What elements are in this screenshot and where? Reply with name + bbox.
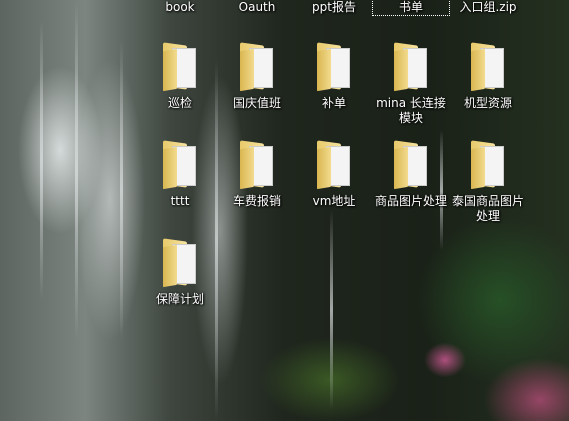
desktop-folder[interactable]: 国庆值班 bbox=[219, 42, 295, 111]
icon-label: 入口组.zip bbox=[459, 0, 517, 14]
desktop-folder[interactable]: vm地址 bbox=[296, 140, 372, 209]
folder-icon bbox=[240, 140, 274, 190]
desktop-folder[interactable]: 泰国商品图片处理 bbox=[450, 140, 526, 224]
icon-label: mina 长连接模块 bbox=[376, 96, 446, 125]
folder-icon bbox=[163, 42, 197, 92]
desktop-folder[interactable]: 商品图片处理 bbox=[373, 140, 449, 209]
icon-label: 国庆值班 bbox=[232, 96, 281, 110]
wallpaper-streak bbox=[75, 0, 78, 340]
icon-label: 书单 bbox=[398, 0, 423, 14]
desktop-folder[interactable]: 补单 bbox=[296, 42, 372, 111]
icon-label: 车费报销 bbox=[232, 194, 281, 208]
icon-label: ppt报告 bbox=[312, 0, 356, 14]
icon-label: 机型资源 bbox=[463, 96, 512, 110]
folder-icon bbox=[471, 140, 505, 190]
folder-icon bbox=[317, 42, 351, 92]
desktop-item-ppt-report[interactable]: ppt报告 bbox=[296, 0, 372, 15]
wallpaper-streak bbox=[120, 40, 123, 340]
desktop-item-oauth[interactable]: Oauth bbox=[219, 0, 295, 15]
desktop-item-booklist[interactable]: 书单 bbox=[372, 0, 450, 16]
icon-label: 补单 bbox=[321, 96, 346, 110]
desktop-folder[interactable]: 巡检 bbox=[142, 42, 218, 111]
wallpaper-streak bbox=[40, 20, 43, 300]
folder-icon bbox=[163, 238, 197, 288]
desktop-item-book[interactable]: book bbox=[142, 0, 218, 15]
icon-label: tttt bbox=[170, 194, 190, 208]
desktop-folder[interactable]: 车费报销 bbox=[219, 140, 295, 209]
folder-icon bbox=[394, 42, 428, 92]
folder-icon bbox=[394, 140, 428, 190]
folder-icon bbox=[317, 140, 351, 190]
icon-label: vm地址 bbox=[312, 194, 356, 208]
wallpaper-streak bbox=[330, 210, 333, 410]
icon-label: book bbox=[165, 0, 195, 14]
icon-label: 保障计划 bbox=[155, 292, 204, 306]
desktop-folder[interactable]: 保障计划 bbox=[142, 238, 218, 307]
desktop-folder[interactable]: tttt bbox=[142, 140, 218, 209]
folder-icon bbox=[471, 42, 505, 92]
icon-label: 泰国商品图片处理 bbox=[451, 194, 524, 223]
desktop-folder[interactable]: 机型资源 bbox=[450, 42, 526, 111]
folder-icon bbox=[240, 42, 274, 92]
desktop-folder[interactable]: mina 长连接模块 bbox=[373, 42, 449, 126]
icon-label: 商品图片处理 bbox=[374, 194, 447, 208]
desktop-item-entry-zip[interactable]: 入口组.zip bbox=[450, 0, 526, 15]
icon-label: 巡检 bbox=[167, 96, 192, 110]
icon-label: Oauth bbox=[238, 0, 276, 14]
folder-icon bbox=[163, 140, 197, 190]
